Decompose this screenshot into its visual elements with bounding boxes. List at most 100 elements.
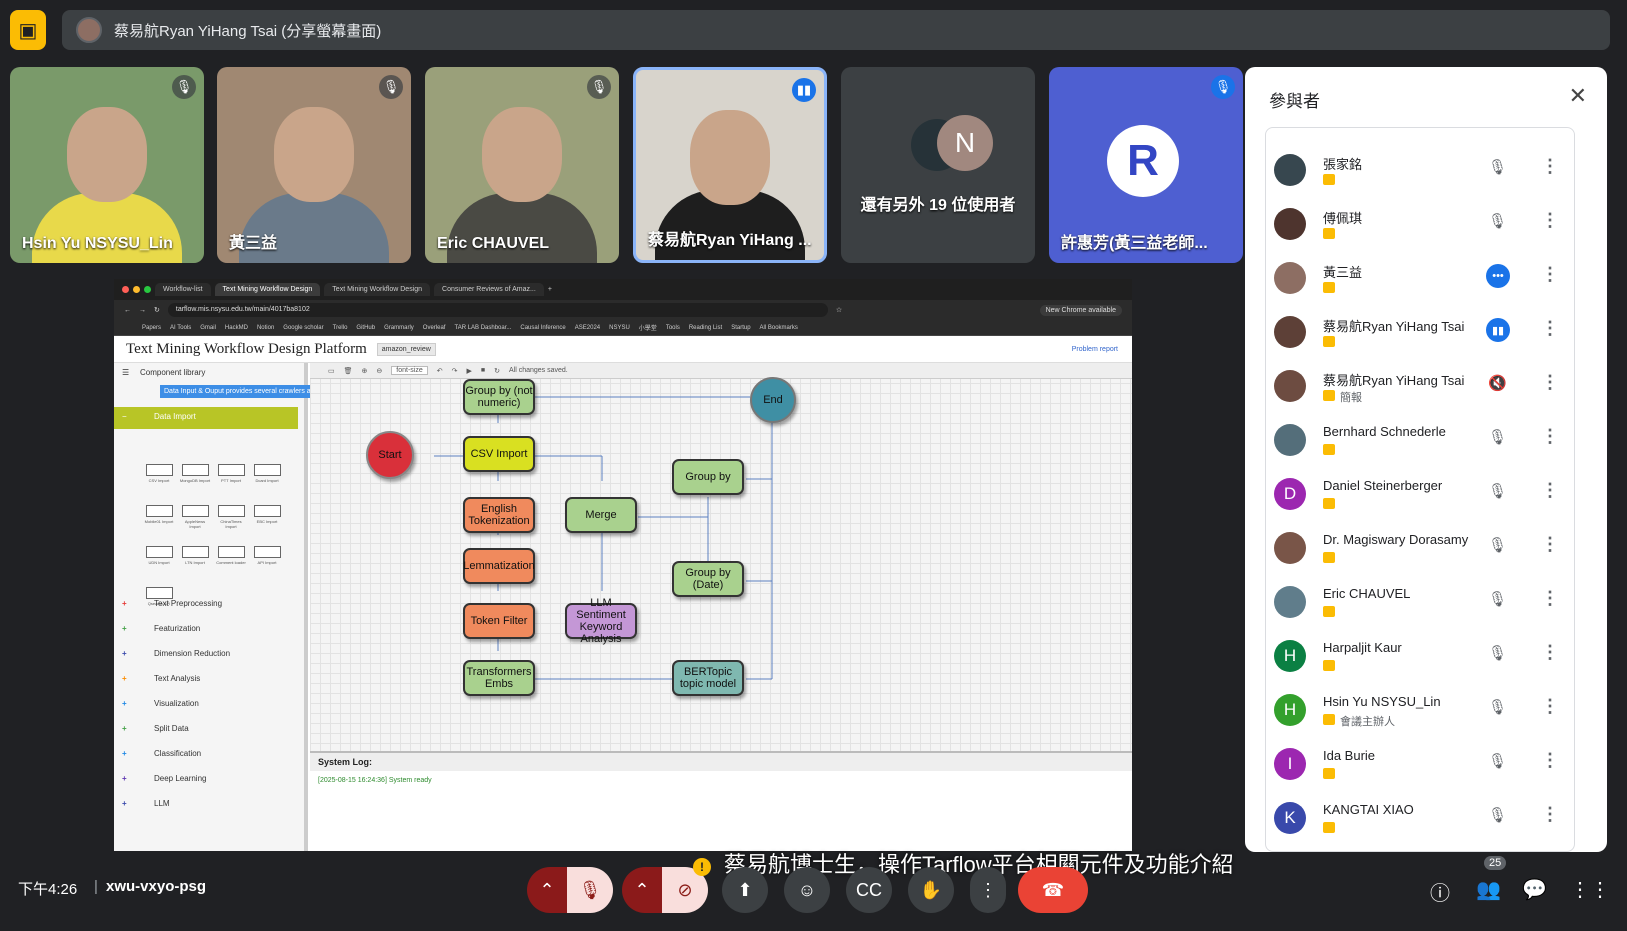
participant-row[interactable]: Eric CHAUVEL 🎙 ⋮	[1266, 576, 1574, 630]
category-item[interactable]: Dimension Reduction	[154, 649, 230, 658]
meeting-info-button[interactable]: ⓘ	[1430, 877, 1450, 906]
component-block[interactable]	[146, 587, 173, 599]
mic-off-icon[interactable]: 🎙	[1488, 698, 1507, 716]
project-name[interactable]: amazon_review	[376, 342, 436, 356]
expand-icon[interactable]: +	[122, 699, 127, 708]
component-block[interactable]	[182, 505, 209, 517]
bookmark-item[interactable]: Tools	[666, 325, 680, 331]
problem-report-link[interactable]: Problem report	[1072, 346, 1118, 353]
more-vert-icon[interactable]: ⋮	[1541, 534, 1559, 555]
maximize-window-icon[interactable]	[144, 286, 151, 293]
more-vert-icon[interactable]: ⋮	[1541, 210, 1559, 231]
chat-button[interactable]: 💬	[1522, 877, 1547, 902]
video-tile[interactable]: ▮▮ 蔡易航Ryan YiHang ...	[633, 67, 827, 263]
component-block[interactable]	[254, 505, 281, 517]
bookmark-item[interactable]: Grammarly	[384, 325, 414, 331]
category-item[interactable]: Classification	[154, 749, 201, 758]
close-icon[interactable]: ✕	[1569, 83, 1587, 109]
participant-row[interactable]: 傅佩琪 🎙 ⋮	[1266, 198, 1574, 252]
people-button[interactable]: 👥	[1476, 877, 1501, 902]
more-vert-icon[interactable]: ⋮	[1541, 642, 1559, 663]
category-item[interactable]: Text Preprocessing	[154, 599, 222, 608]
bookmark-item[interactable]: Gmail	[200, 325, 216, 331]
expand-icon[interactable]: +	[122, 649, 127, 658]
bookmark-item[interactable]: GitHub	[356, 325, 375, 331]
node-english-tokenization[interactable]: English Tokenization	[463, 497, 535, 533]
video-tile[interactable]: 🎙 Hsin Yu NSYSU_Lin	[10, 67, 204, 263]
browser-tab[interactable]: Text Mining Workflow Design	[324, 283, 431, 296]
component-block[interactable]	[146, 505, 173, 517]
video-options-button[interactable]: ⌃	[622, 867, 662, 913]
expand-icon[interactable]: +	[122, 624, 127, 633]
node-csv-import[interactable]: CSV Import	[463, 436, 535, 472]
participant-row[interactable]: H Hsin Yu NSYSU_Lin 會議主辦人 🎙 ⋮	[1266, 684, 1574, 738]
browser-tab[interactable]: Consumer Reviews of Amaz...	[434, 283, 544, 296]
mic-off-icon[interactable]: 🔇	[1488, 374, 1507, 392]
start-node[interactable]: Start	[366, 431, 414, 479]
component-block[interactable]	[146, 464, 173, 476]
node-group-by-not-numeric[interactable]: Group by (not numeric)	[463, 379, 535, 415]
bookmark-item[interactable]: Papers	[142, 325, 161, 331]
chrome-update-badge[interactable]: New Chrome available	[1039, 304, 1122, 316]
mic-off-icon[interactable]: 🎙	[1488, 158, 1507, 176]
more-vert-icon[interactable]: ⋮	[1541, 372, 1559, 393]
bookmark-item[interactable]: Startup	[731, 325, 750, 331]
leave-call-button[interactable]: ☎	[1018, 867, 1088, 913]
more-vert-icon[interactable]: ⋮	[1541, 264, 1559, 285]
participant-row[interactable]: Bernhard Schnederle 🎙 ⋮	[1266, 414, 1574, 468]
captions-button[interactable]: CC	[846, 867, 892, 913]
close-window-icon[interactable]	[122, 286, 129, 293]
node-lemmatization[interactable]: Lemmatization	[463, 548, 535, 584]
new-tab-icon[interactable]: +	[548, 286, 552, 293]
activities-button[interactable]: ⋮⋮	[1570, 877, 1610, 902]
reload-icon[interactable]: ↻	[154, 306, 160, 314]
expand-icon[interactable]: +	[122, 599, 127, 608]
participant-row[interactable]: K KANGTAI XIAO 🎙 ⋮	[1266, 792, 1574, 846]
microphone-button[interactable]: 🎙	[567, 867, 613, 913]
bookmark-item[interactable]: ASE2024	[575, 325, 600, 331]
menu-icon[interactable]: ☰	[122, 368, 129, 377]
workflow-canvas[interactable]: ▭ 🗑 ⊕ ⊖ font-size ↶ ↷ ▶ ■ ↻ All changes …	[310, 363, 1132, 751]
node-transformers-embs[interactable]: Transformers Embs	[463, 660, 535, 696]
bookmark-item[interactable]: TAR LAB Dashboar...	[454, 325, 511, 331]
node-token-filter[interactable]: Token Filter	[463, 603, 535, 639]
bookmark-item[interactable]: Notion	[257, 325, 274, 331]
bookmark-item[interactable]: Causal Inference	[520, 325, 565, 331]
node-merge[interactable]: Merge	[565, 497, 637, 533]
mic-off-icon[interactable]: 🎙	[1488, 212, 1507, 230]
bookmark-star-icon[interactable]: ☆	[836, 306, 842, 314]
bookmark-item[interactable]: All Bookmarks	[760, 325, 798, 331]
node-bertopic[interactable]: BERTopic topic model	[672, 660, 744, 696]
video-tile[interactable]: N 還有另外 19 位使用者	[841, 67, 1035, 263]
video-tile[interactable]: 🎙 Eric CHAUVEL	[425, 67, 619, 263]
more-vert-icon[interactable]: ⋮	[1541, 750, 1559, 771]
mic-off-icon[interactable]: 🎙	[1488, 752, 1507, 770]
component-block[interactable]	[218, 505, 245, 517]
bookmark-item[interactable]: Google scholar	[283, 325, 323, 331]
bookmark-item[interactable]: HackMD	[225, 325, 248, 331]
more-options-button[interactable]: ⋮	[970, 867, 1006, 913]
mic-off-icon[interactable]: 🎙	[1488, 806, 1507, 824]
video-tile[interactable]: R 🎙 許惠芳(黃三益老師...	[1049, 67, 1243, 263]
audio-options-button[interactable]: ⌃	[527, 867, 567, 913]
bookmark-item[interactable]: AI Tools	[170, 325, 191, 331]
raise-hand-button[interactable]: ✋	[908, 867, 954, 913]
collapse-icon[interactable]: −	[122, 412, 127, 421]
more-vert-icon[interactable]: ⋮	[1541, 804, 1559, 825]
node-llm-sentiment[interactable]: LLM Sentiment Keyword Analysis	[565, 597, 637, 645]
component-block[interactable]	[218, 546, 245, 558]
participant-row[interactable]: D Daniel Steinerberger 🎙 ⋮	[1266, 468, 1574, 522]
expand-icon[interactable]: +	[122, 674, 127, 683]
mic-off-icon[interactable]: 🎙	[1488, 590, 1507, 608]
back-icon[interactable]: ←	[124, 307, 131, 314]
participant-row[interactable]: H Harpaljit Kaur 🎙 ⋮	[1266, 630, 1574, 684]
more-vert-icon[interactable]: ⋮	[1541, 426, 1559, 447]
mic-off-icon[interactable]: 🎙	[1488, 536, 1507, 554]
participant-row[interactable]: 蔡易航Ryan YiHang Tsai 簡報 🔇 ⋮	[1266, 360, 1574, 414]
component-block[interactable]	[218, 464, 245, 476]
node-group-by-date[interactable]: Group by (Date)	[672, 561, 744, 597]
bookmark-item[interactable]: 小學堂	[639, 323, 657, 332]
more-vert-icon[interactable]: ⋮	[1541, 318, 1559, 339]
bookmark-item[interactable]: Trello	[333, 325, 348, 331]
expand-icon[interactable]: +	[122, 774, 127, 783]
